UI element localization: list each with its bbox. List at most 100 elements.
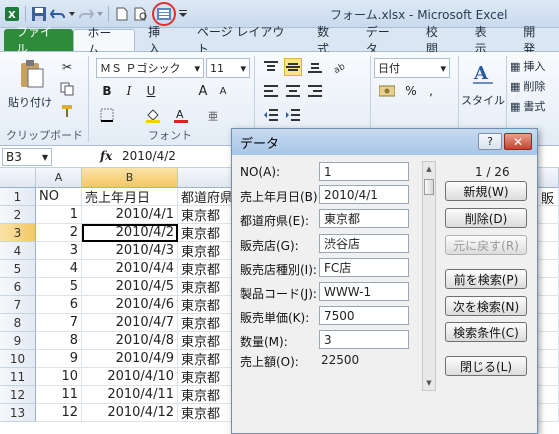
- table-cell[interactable]: 2010/4/7: [82, 314, 178, 332]
- font-color-icon[interactable]: A: [172, 106, 190, 124]
- table-cell[interactable]: 2010/4/1: [82, 206, 178, 224]
- insert-function-icon[interactable]: fx: [100, 149, 112, 163]
- align-right-icon[interactable]: [306, 82, 324, 100]
- row-header[interactable]: 10: [0, 350, 36, 368]
- format-cells-button[interactable]: ▦ 書式: [510, 98, 545, 114]
- row-header[interactable]: 3: [0, 224, 36, 242]
- phonetic-guide-icon[interactable]: 亜: [204, 106, 222, 124]
- record-scrollbar[interactable]: ▲ ▼: [422, 161, 436, 391]
- tab-developer[interactable]: 開発: [510, 25, 559, 56]
- borders-icon[interactable]: [98, 106, 116, 124]
- criteria-button[interactable]: 検索条件(C): [445, 322, 527, 342]
- align-middle-icon[interactable]: [284, 58, 302, 76]
- table-cell[interactable]: 1: [36, 206, 82, 224]
- formula-input[interactable]: 2010/4/2: [122, 149, 176, 163]
- table-cell[interactable]: 2010/4/3: [82, 242, 178, 260]
- table-cell[interactable]: 12: [36, 404, 82, 422]
- number-format-select[interactable]: 日付 ▾: [374, 58, 450, 78]
- close-dialog-button[interactable]: 閉じる(L): [445, 356, 527, 376]
- scroll-thumb[interactable]: [424, 179, 434, 195]
- increase-font-icon[interactable]: A: [194, 82, 212, 100]
- table-cell[interactable]: 7: [36, 314, 82, 332]
- column-header-a[interactable]: A: [36, 168, 82, 188]
- underline-button[interactable]: U: [142, 82, 160, 100]
- align-left-icon[interactable]: [262, 82, 280, 100]
- table-cell[interactable]: 6: [36, 296, 82, 314]
- delete-record-button[interactable]: 削除(D): [445, 208, 527, 228]
- field-input[interactable]: WWW-1: [319, 282, 409, 301]
- align-bottom-icon[interactable]: [306, 58, 324, 76]
- delete-cells-button[interactable]: ▦ 削除: [510, 78, 545, 94]
- excel-logo-icon[interactable]: X: [4, 6, 20, 22]
- table-cell[interactable]: 販: [538, 188, 559, 207]
- italic-button[interactable]: I: [120, 82, 138, 100]
- comma-format-icon[interactable]: ,: [422, 82, 440, 100]
- paste-button[interactable]: 貼り付け: [8, 94, 52, 110]
- text-orientation-icon[interactable]: ab: [330, 58, 348, 76]
- scroll-down-icon[interactable]: ▼: [423, 376, 435, 390]
- table-cell[interactable]: 4: [36, 260, 82, 278]
- decrease-indent-icon[interactable]: [262, 106, 280, 124]
- name-box[interactable]: B3 ▾: [2, 148, 52, 166]
- table-cell[interactable]: 2010/4/6: [82, 296, 178, 314]
- format-painter-icon[interactable]: [58, 102, 76, 120]
- tab-review[interactable]: 校閲: [413, 25, 462, 56]
- increase-indent-icon[interactable]: [284, 106, 302, 124]
- table-cell[interactable]: 売上年月日: [82, 188, 178, 206]
- row-header[interactable]: 9: [0, 332, 36, 350]
- find-next-button[interactable]: 次を検索(N): [445, 296, 527, 316]
- table-cell[interactable]: 2010/4/5: [82, 278, 178, 296]
- table-cell[interactable]: 5: [36, 278, 82, 296]
- table-cell[interactable]: 2010/4/2: [82, 224, 178, 242]
- select-all-corner[interactable]: [0, 168, 36, 188]
- currency-format-icon[interactable]: [378, 82, 396, 100]
- table-cell[interactable]: 3: [36, 242, 82, 260]
- table-cell[interactable]: 2010/4/9: [82, 350, 178, 368]
- field-input[interactable]: 3: [319, 330, 409, 349]
- row-header[interactable]: 2: [0, 206, 36, 224]
- tab-page-layout[interactable]: ページ レイアウト: [184, 25, 304, 56]
- insert-cells-button[interactable]: ▦ 挿入: [510, 58, 545, 74]
- row-header[interactable]: 13: [0, 404, 36, 422]
- print-preview-icon[interactable]: [133, 6, 149, 22]
- tab-formulas[interactable]: 数式: [304, 25, 353, 56]
- table-cell[interactable]: 2010/4/4: [82, 260, 178, 278]
- help-button[interactable]: ?: [478, 133, 502, 150]
- tab-insert[interactable]: 挿入: [135, 25, 184, 56]
- table-cell[interactable]: 2010/4/8: [82, 332, 178, 350]
- customize-qat-icon[interactable]: [179, 6, 187, 22]
- save-icon[interactable]: [31, 6, 47, 22]
- align-center-icon[interactable]: [284, 82, 302, 100]
- restore-button[interactable]: 元に戻す(R): [445, 235, 527, 255]
- row-header[interactable]: 8: [0, 314, 36, 332]
- undo-dropdown-icon[interactable]: [69, 6, 75, 22]
- table-cell[interactable]: 2: [36, 224, 82, 242]
- field-input[interactable]: FC店: [319, 258, 409, 277]
- fill-color-icon[interactable]: [144, 106, 162, 124]
- tab-data[interactable]: データ: [353, 25, 413, 56]
- redo-icon[interactable]: [78, 6, 94, 22]
- table-cell[interactable]: 2010/4/10: [82, 368, 178, 386]
- new-document-icon[interactable]: [114, 6, 130, 22]
- font-name-select[interactable]: ＭＳ Ｐゴシック ▾: [96, 58, 204, 78]
- table-cell[interactable]: 9: [36, 350, 82, 368]
- scroll-up-icon[interactable]: ▲: [423, 162, 435, 176]
- align-top-icon[interactable]: [262, 58, 280, 76]
- new-record-button[interactable]: 新規(W): [445, 181, 527, 201]
- column-header-b[interactable]: B: [82, 168, 178, 188]
- styles-button[interactable]: スタイル: [461, 92, 505, 108]
- table-cell[interactable]: 11: [36, 386, 82, 404]
- tab-home[interactable]: ホーム: [73, 26, 136, 57]
- row-header[interactable]: 6: [0, 278, 36, 296]
- table-cell[interactable]: NO: [36, 188, 82, 206]
- tab-file[interactable]: ファイル: [4, 25, 74, 56]
- table-cell[interactable]: 10: [36, 368, 82, 386]
- percent-format-icon[interactable]: %: [402, 82, 420, 100]
- row-header[interactable]: 7: [0, 296, 36, 314]
- field-input[interactable]: 2010/4/1: [319, 185, 409, 204]
- field-input[interactable]: 渋谷店: [319, 234, 409, 253]
- decrease-font-icon[interactable]: A: [214, 82, 232, 100]
- find-prev-button[interactable]: 前を検索(P): [445, 269, 527, 289]
- tab-view[interactable]: 表示: [462, 25, 511, 56]
- table-cell[interactable]: 2010/4/12: [82, 404, 178, 422]
